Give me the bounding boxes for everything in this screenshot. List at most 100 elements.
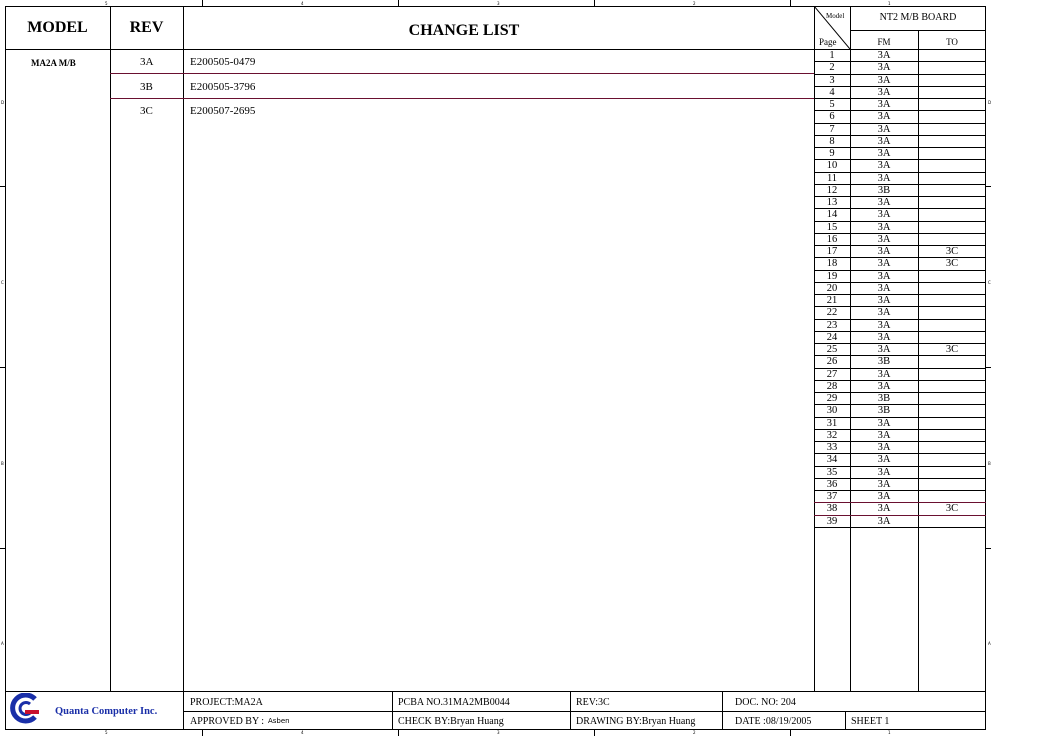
board-name: NT2 M/B BOARD (879, 12, 957, 23)
page-fm-rev: 3A (877, 417, 891, 429)
border-tick (986, 548, 991, 549)
border-tick (398, 730, 399, 736)
page-fm-rev: 3A (877, 478, 891, 490)
page-number: 4 (829, 86, 835, 98)
title-block-divider (722, 691, 723, 730)
page-number: 8 (829, 135, 835, 147)
page-number: 24 (826, 331, 838, 343)
page-number: 36 (826, 478, 838, 490)
border-mark-label: 2 (693, 730, 696, 735)
page-fm-rev: 3A (877, 503, 891, 515)
title-block-middle (183, 711, 986, 712)
change-ecn: E200507-2695 (190, 105, 256, 117)
title-block-divider (570, 691, 571, 730)
border-tick (202, 0, 203, 6)
page-number: 30 (826, 405, 838, 417)
company-name: Quanta Computer Inc. (55, 706, 158, 717)
check-field: CHECK BY:Bryan Huang (398, 716, 504, 727)
title-block-divider (183, 691, 184, 730)
border-mark-label: D (988, 100, 992, 105)
approver-signature: Asben (268, 717, 290, 725)
fm-to-divider (918, 30, 919, 691)
page-fm-rev: 3A (877, 368, 891, 380)
page-fm-rev: 3A (877, 111, 891, 123)
border-mark-label: D (1, 100, 5, 105)
page-fm-rev: 3A (877, 429, 891, 441)
border-tick (0, 367, 5, 368)
border-mark-label: 5 (105, 1, 108, 6)
page-fm-rev: 3A (877, 123, 891, 135)
board-divider (850, 30, 986, 31)
approved-field: APPROVED BY : (190, 716, 265, 727)
fm-header: FM (877, 37, 891, 47)
page-fm-rev: 3A (877, 209, 891, 221)
page-fm-rev: 3A (877, 160, 891, 172)
to-header: TO (946, 37, 958, 47)
page-fm-rev: 3A (877, 282, 891, 294)
border-tick (0, 548, 5, 549)
page-fm-rev: 3A (877, 331, 891, 343)
border-tick (398, 0, 399, 6)
page-number: 35 (826, 466, 838, 478)
change-rev: 3B (140, 81, 153, 93)
page-fm-rev: 3A (877, 135, 891, 147)
doc-no-field: DOC. NO: 204 (735, 697, 796, 708)
page-number: 14 (826, 209, 838, 221)
model-rev-divider (110, 6, 111, 691)
page-number: 28 (826, 380, 838, 392)
border-mark-label: 3 (497, 730, 500, 735)
page-fm-rev: 3A (877, 307, 891, 319)
page-fm-rev: 3A (877, 172, 891, 184)
border-mark-label: 3 (497, 1, 500, 6)
border-mark-label: 5 (105, 730, 108, 735)
page-number: 3 (829, 74, 835, 86)
drawing-field: DRAWING BY:Bryan Huang (576, 716, 696, 727)
page-to-rev: 3C (945, 503, 959, 515)
border-mark-label: C (1, 280, 4, 285)
quanta-logo-icon (10, 693, 39, 724)
page-fm-rev: 3B (877, 405, 891, 417)
page-number: 26 (826, 356, 838, 368)
page-number: 31 (826, 417, 838, 429)
change-rev: 3C (140, 105, 153, 117)
title-block-top (5, 691, 986, 692)
page-fm-rev: 3A (877, 454, 891, 466)
corner-page-label: Page (819, 37, 837, 47)
page-fm-rev: 3A (877, 221, 891, 233)
page-fm-rev: 3B (877, 356, 891, 368)
header-divider (5, 49, 814, 50)
date-field: DATE :08/19/2005 (735, 716, 812, 727)
border-mark-label: 4 (301, 730, 304, 735)
change-rev: 3A (140, 56, 154, 68)
rev-header: REV (129, 19, 164, 36)
page-number: 32 (826, 429, 838, 441)
change-row-divider (110, 98, 814, 99)
page-fm-rev: 3A (877, 74, 891, 86)
page-fm-rev: 3A (877, 466, 891, 478)
page-number: 18 (826, 258, 838, 270)
page-fm-rev: 3A (877, 258, 891, 270)
page-fm-rev: 3A (877, 62, 891, 74)
page-number: 38 (826, 503, 838, 515)
border-tick (986, 186, 991, 187)
border-mark-label: B (988, 461, 991, 466)
border-mark-label: 1 (888, 1, 891, 6)
title-block-divider (392, 691, 393, 730)
rev-field: REV:3C (576, 697, 610, 708)
border-tick (594, 0, 595, 6)
border-mark-label: C (988, 280, 991, 285)
page-number: 2 (829, 62, 835, 74)
page-number: 23 (826, 319, 838, 331)
page-fm-rev: 3A (877, 515, 891, 527)
page-number: 11 (826, 172, 838, 184)
project-field: PROJECT:MA2A (190, 697, 263, 708)
sheet-field: SHEET 1 (851, 716, 890, 727)
page-to-rev: 3C (945, 258, 959, 270)
change-row-divider (110, 73, 814, 74)
change-ecn: E200505-0479 (190, 56, 256, 68)
model-name: MA2A M/B (31, 58, 76, 68)
border-tick (790, 730, 791, 736)
page-number: 16 (826, 233, 838, 245)
border-tick (0, 186, 5, 187)
page-number: 19 (826, 270, 838, 282)
